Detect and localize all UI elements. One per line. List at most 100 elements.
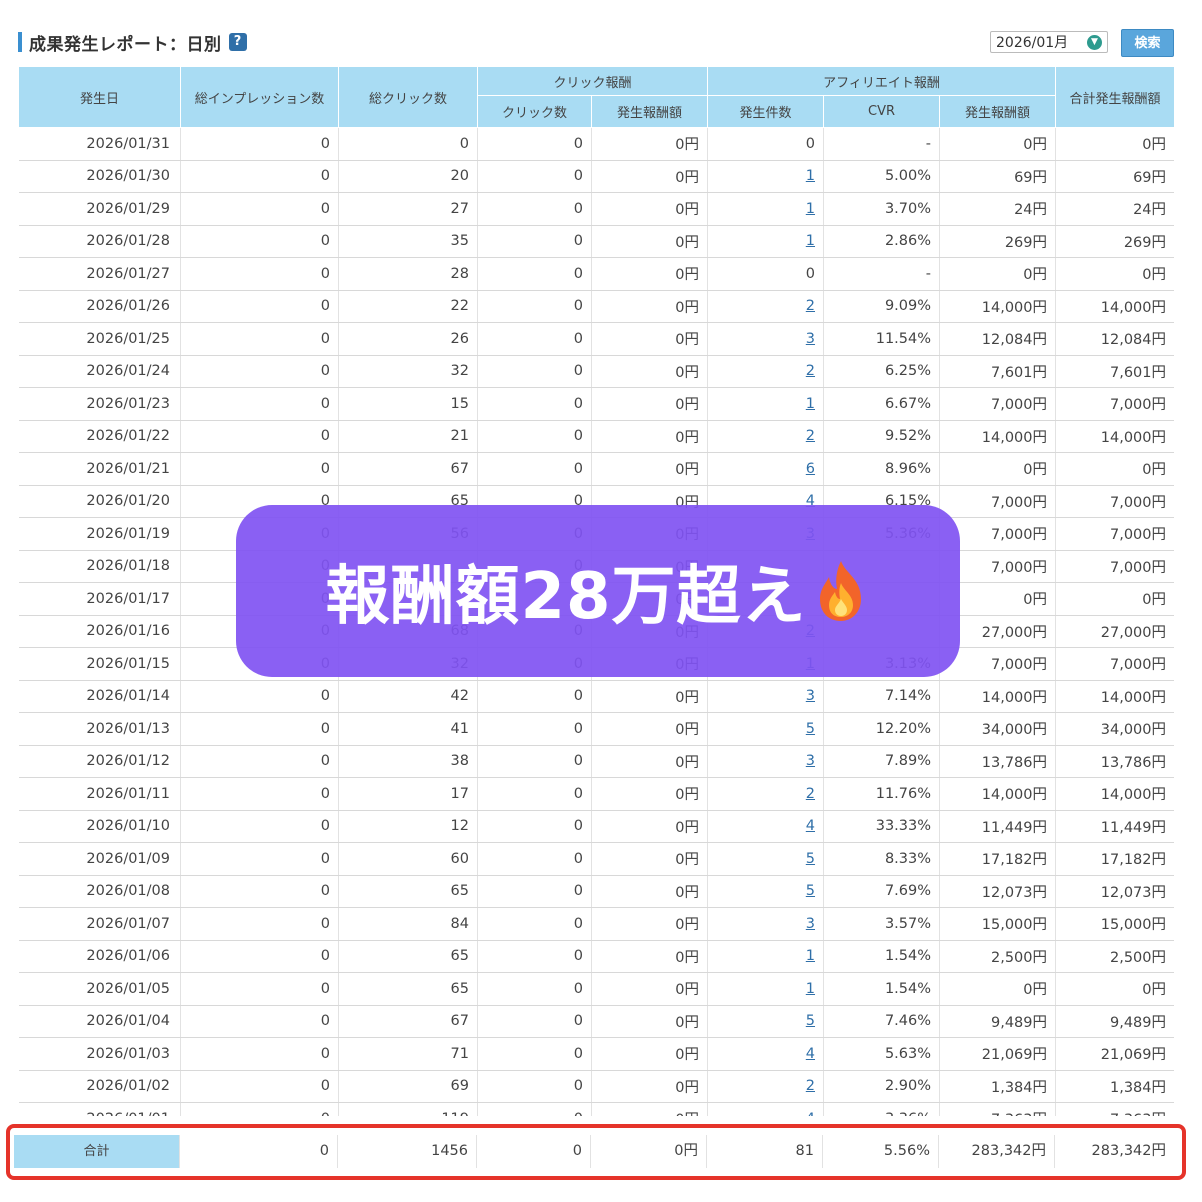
cell-date: 2026/01/28: [18, 225, 181, 258]
cell-date: 2026/01/17: [18, 582, 181, 616]
occurrences-link[interactable]: 3: [806, 753, 815, 769]
totals-row: 合計 0 1456 0 0円 81 5.56% 283,342円 283,342…: [14, 1135, 1174, 1168]
cell-click-reward: 0円: [591, 387, 709, 421]
page-title: 成果発生レポート：日別: [29, 34, 222, 55]
cell-click-count: 0: [477, 907, 592, 941]
cell-total-amount: 14,000円: [1055, 420, 1174, 453]
cell-click-reward: 0円: [591, 290, 709, 323]
cell-total-clicks: 0: [338, 127, 478, 161]
cell-affiliate-amount: 14,000円: [939, 420, 1057, 453]
cell-total-clicks: 38: [338, 745, 478, 778]
cell-occurrences: 2: [707, 420, 825, 453]
cell-click-count: 0: [477, 192, 592, 226]
occurrences-link[interactable]: 2: [806, 1078, 815, 1094]
occurrences-link[interactable]: 1: [806, 948, 815, 964]
occurrences-link[interactable]: 5: [806, 883, 815, 899]
cell-date: 2026/01/11: [18, 777, 181, 811]
cell-total-amount: 2,500円: [1055, 940, 1174, 973]
header-date[interactable]: 発生日: [18, 66, 181, 128]
cell-impressions: 0: [180, 160, 339, 193]
occurrences-link[interactable]: 3: [806, 916, 815, 932]
cell-occurrences: 5: [707, 712, 825, 746]
search-button[interactable]: 検索: [1121, 29, 1174, 57]
occurrences-link[interactable]: 5: [806, 851, 815, 867]
header-occurrences[interactable]: 発生件数: [707, 95, 825, 128]
occurrences-link[interactable]: 2: [806, 363, 815, 379]
cell-date: 2026/01/30: [18, 160, 181, 193]
table-row: 2026/01/29 0 27 0 0円 1 3.70% 24円 24円: [18, 192, 1174, 226]
cell-total-clicks: 35: [338, 225, 478, 258]
cell-affiliate-amount: 21,069円: [939, 1037, 1057, 1071]
cell-click-count: 0: [477, 420, 592, 453]
cell-click-count: 0: [477, 712, 592, 746]
occurrences-link[interactable]: 1: [806, 168, 815, 184]
totals-affiliate-amount: 283,342円: [939, 1135, 1055, 1168]
fire-icon: [811, 559, 871, 623]
cell-date: 2026/01/04: [18, 1005, 181, 1038]
occurrences-link[interactable]: 4: [806, 1111, 815, 1116]
occurrences-link[interactable]: 2: [806, 298, 815, 314]
cell-impressions: 0: [180, 1037, 339, 1071]
totals-occurrences: 81: [707, 1135, 823, 1168]
occurrences-link[interactable]: 6: [806, 461, 815, 477]
month-select[interactable]: 2026/01月 ▼: [990, 31, 1108, 53]
header-cvr[interactable]: CVR: [823, 95, 941, 128]
occurrences-link[interactable]: 4: [806, 1046, 815, 1062]
cell-click-reward: 0円: [591, 355, 709, 388]
occurrences-link[interactable]: 5: [806, 1013, 815, 1029]
cell-total-amount: 7,363円: [1055, 1102, 1174, 1116]
cell-date: 2026/01/03: [18, 1037, 181, 1071]
header-affiliate-amount[interactable]: 発生報酬額: [939, 95, 1057, 128]
cell-affiliate-amount: 34,000円: [939, 712, 1057, 746]
cell-click-count: 0: [477, 225, 592, 258]
occurrences-link[interactable]: 1: [806, 201, 815, 217]
cell-click-count: 0: [477, 322, 592, 356]
occurrences-link[interactable]: 1: [806, 233, 815, 249]
cell-occurrences: 4: [707, 1037, 825, 1071]
cell-total-amount: 27,000円: [1055, 615, 1174, 648]
help-icon[interactable]: ?: [228, 33, 247, 51]
cell-impressions: 0: [180, 842, 339, 876]
cell-total-clicks: 65: [338, 940, 478, 973]
cell-total-clicks: 60: [338, 842, 478, 876]
cell-total-clicks: 17: [338, 777, 478, 811]
occurrences-link[interactable]: 2: [806, 428, 815, 444]
table-row: 2026/01/08 0 65 0 0円 5 7.69% 12,073円 12,073円: [18, 875, 1174, 908]
cell-occurrences: 3: [707, 680, 825, 713]
table-row: 2026/01/04 0 67 0 0円 5 7.46% 9,489円 9,489円: [18, 1005, 1174, 1038]
cell-click-reward: 0円: [591, 777, 709, 811]
cell-impressions: 0: [180, 355, 339, 388]
header-click-reward-amount[interactable]: 発生報酬額: [590, 95, 709, 128]
occurrences-link[interactable]: 1: [806, 981, 815, 997]
cell-cvr: 7.89%: [823, 745, 941, 778]
cell-total-clicks: 32: [338, 355, 478, 388]
cell-cvr: 8.33%: [823, 842, 941, 876]
header-total-clicks[interactable]: 総クリック数: [338, 66, 478, 128]
cell-date: 2026/01/06: [18, 940, 181, 973]
occurrences-link[interactable]: 3: [806, 331, 815, 347]
occurrences-link[interactable]: 1: [806, 396, 815, 412]
occurrences-link[interactable]: 2: [806, 786, 815, 802]
cell-total-clicks: 119: [338, 1102, 478, 1116]
cell-occurrences: 6: [707, 452, 825, 486]
header-impressions[interactable]: 総インプレッション数: [180, 66, 339, 128]
occurrences-link[interactable]: 5: [806, 721, 815, 737]
table-row: 2026/01/28 0 35 0 0円 1 2.86% 269円 269円: [18, 225, 1174, 258]
occurrences-link[interactable]: 3: [806, 688, 815, 704]
cell-occurrences: 1: [707, 192, 825, 226]
cell-total-clicks: 15: [338, 387, 478, 421]
overlay-text: 報酬額28万超え: [325, 560, 807, 634]
header-click-count[interactable]: クリック数: [477, 95, 592, 128]
cell-cvr: 7.69%: [823, 875, 941, 908]
cell-total-clicks: 65: [338, 875, 478, 908]
cell-total-amount: 7,000円: [1055, 485, 1174, 518]
header-click-reward: クリック報酬: [476, 66, 709, 96]
cell-total-clicks: 41: [338, 712, 478, 746]
cell-total-clicks: 20: [338, 160, 478, 193]
cell-total-amount: 15,000円: [1055, 907, 1174, 941]
occurrences-link[interactable]: 4: [806, 818, 815, 834]
cell-click-reward: 0円: [591, 160, 709, 193]
header-total-amount[interactable]: 合計発生報酬額: [1055, 66, 1174, 128]
cell-date: 2026/01/21: [18, 452, 181, 486]
cell-impressions: 0: [180, 940, 339, 973]
